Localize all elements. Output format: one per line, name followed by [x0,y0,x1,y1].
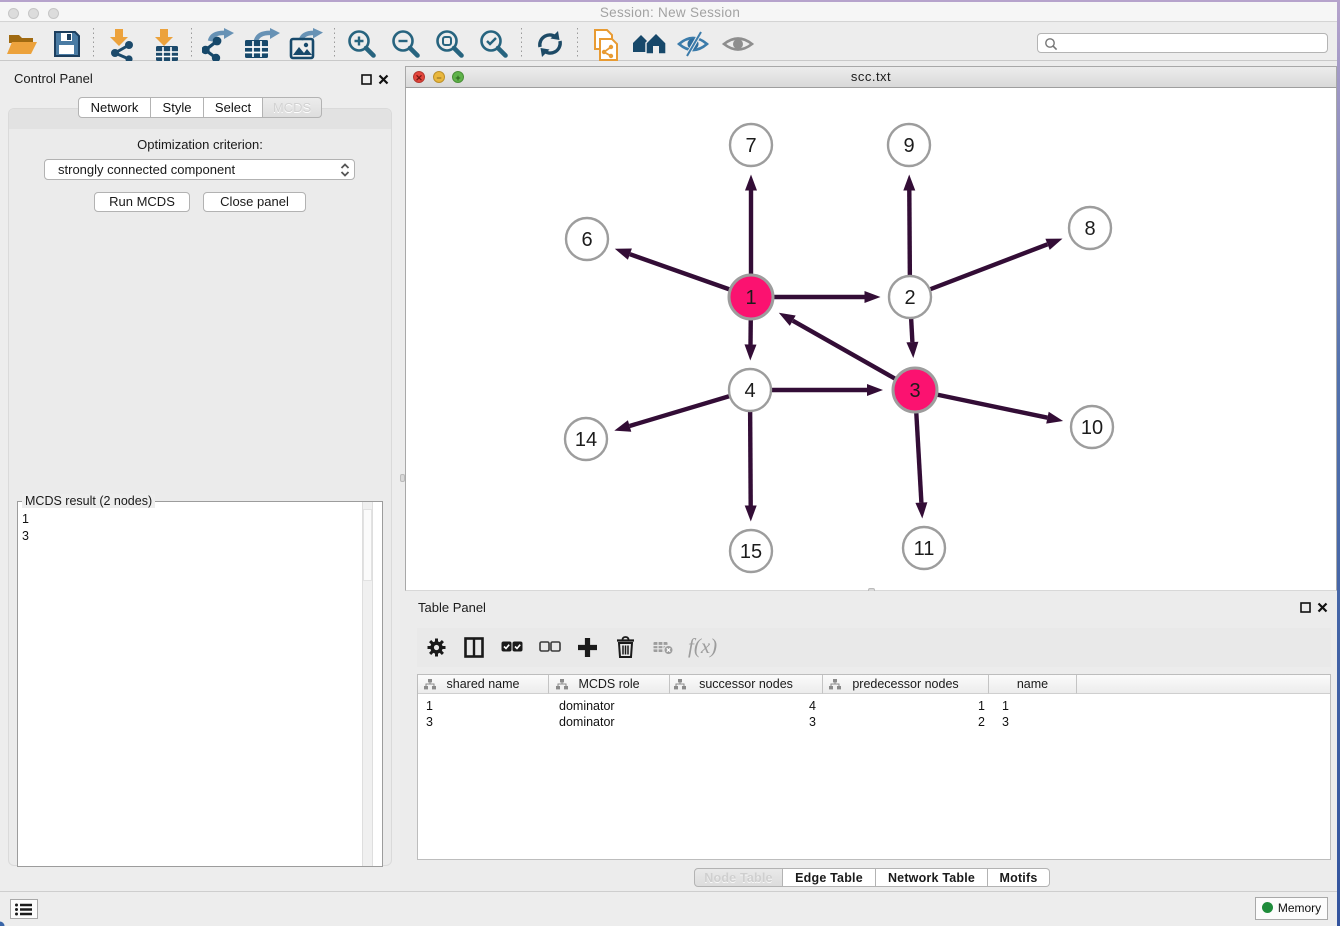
svg-text:3: 3 [909,380,920,402]
svg-text:2: 2 [904,287,915,309]
svg-text:1: 1 [745,287,756,309]
svg-text:4: 4 [744,380,755,402]
svg-text:9: 9 [903,135,914,157]
svg-text:7: 7 [745,135,756,157]
svg-text:14: 14 [575,429,597,451]
svg-text:10: 10 [1081,417,1103,439]
svg-text:11: 11 [914,538,935,560]
svg-text:15: 15 [740,541,762,563]
svg-text:6: 6 [581,229,592,251]
svg-text:8: 8 [1084,218,1095,240]
